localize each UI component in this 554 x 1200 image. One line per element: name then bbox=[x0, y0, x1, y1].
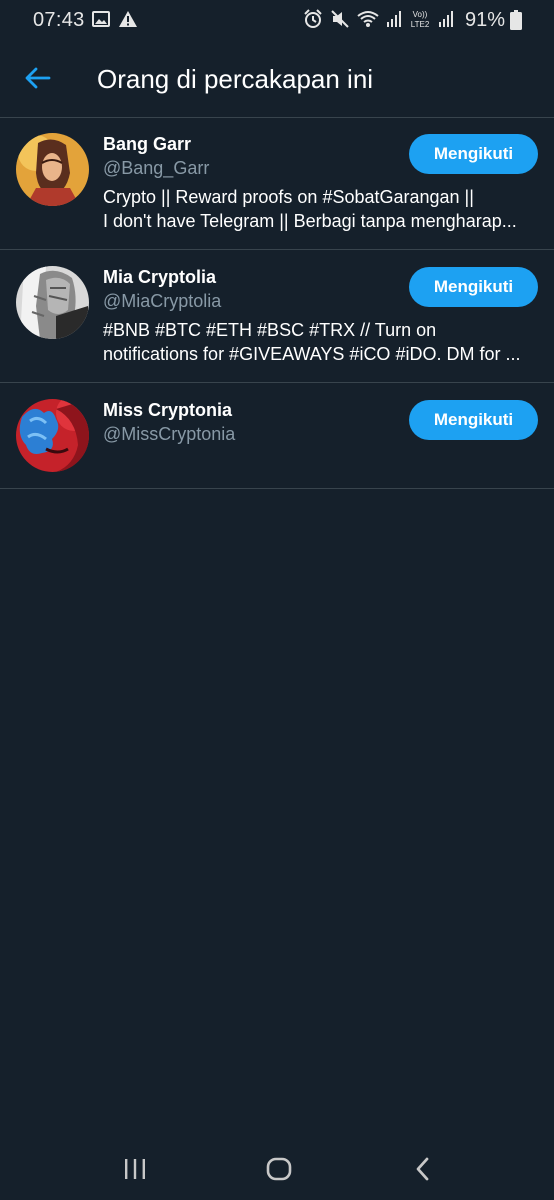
signal-icon bbox=[386, 10, 402, 33]
user-name[interactable]: Mia Cryptolia bbox=[103, 267, 216, 288]
battery-icon bbox=[510, 10, 522, 35]
user-handle: @MiaCryptolia bbox=[103, 291, 222, 311]
wifi-icon bbox=[357, 10, 379, 33]
home-icon[interactable] bbox=[261, 1154, 297, 1184]
bio-line: #BNB #BTC #ETH #BSC #TRX // Turn on bbox=[103, 320, 437, 340]
warning-icon bbox=[118, 10, 138, 33]
alarm-icon bbox=[303, 9, 323, 34]
volte-icon: Vo)) LTE2 bbox=[409, 9, 431, 34]
system-nav-bar bbox=[0, 1138, 554, 1200]
user-handle: @Bang_Garr bbox=[103, 158, 210, 178]
image-icon bbox=[92, 10, 110, 33]
svg-text:LTE2: LTE2 bbox=[411, 20, 430, 29]
bio-line: notifications for #GIVEAWAYS #iCO #iDO. … bbox=[103, 344, 521, 364]
recent-apps-icon[interactable] bbox=[117, 1154, 153, 1184]
back-icon[interactable] bbox=[405, 1154, 441, 1184]
bio-line: I don't have Telegram || Berbagi tanpa m… bbox=[103, 211, 517, 231]
following-button[interactable]: Mengikuti bbox=[409, 134, 538, 174]
avatar[interactable] bbox=[16, 266, 89, 339]
user-bio: Crypto || Reward proofs on #SobatGaranga… bbox=[103, 185, 539, 233]
svg-text:Vo)): Vo)) bbox=[413, 10, 428, 19]
mute-icon bbox=[330, 9, 350, 34]
user-bio: #BNB #BTC #ETH #BSC #TRX // Turn on noti… bbox=[103, 318, 539, 366]
avatar[interactable] bbox=[16, 133, 89, 206]
divider bbox=[0, 488, 554, 489]
bio-line: Crypto || Reward proofs on #SobatGaranga… bbox=[103, 187, 474, 207]
arrow-left-icon bbox=[25, 67, 51, 94]
battery-percent: 91% bbox=[464, 9, 505, 31]
following-button[interactable]: Mengikuti bbox=[409, 400, 538, 440]
user-name[interactable]: Miss Cryptonia bbox=[103, 400, 232, 421]
user-row-mia-cryptolia[interactable]: Mia Cryptolia @MiaCryptolia Mengikuti #B… bbox=[0, 250, 554, 382]
signal-icon bbox=[438, 10, 454, 33]
header: Orang di percakapan ini bbox=[0, 40, 554, 117]
user-row-miss-cryptonia[interactable]: Miss Cryptonia @MissCryptonia Mengikuti bbox=[0, 383, 554, 488]
status-bar: 07:43 Vo)) LTE2 91% bbox=[0, 0, 554, 40]
user-row-bang-garr[interactable]: Bang Garr @Bang_Garr Mengikuti Crypto ||… bbox=[0, 117, 554, 249]
following-button[interactable]: Mengikuti bbox=[409, 267, 538, 307]
page-title: Orang di percakapan ini bbox=[97, 64, 374, 94]
avatar[interactable] bbox=[16, 399, 89, 472]
user-handle: @MissCryptonia bbox=[103, 424, 236, 444]
status-time: 07:43 bbox=[33, 9, 85, 31]
back-button[interactable] bbox=[18, 60, 58, 100]
user-name[interactable]: Bang Garr bbox=[103, 134, 191, 155]
